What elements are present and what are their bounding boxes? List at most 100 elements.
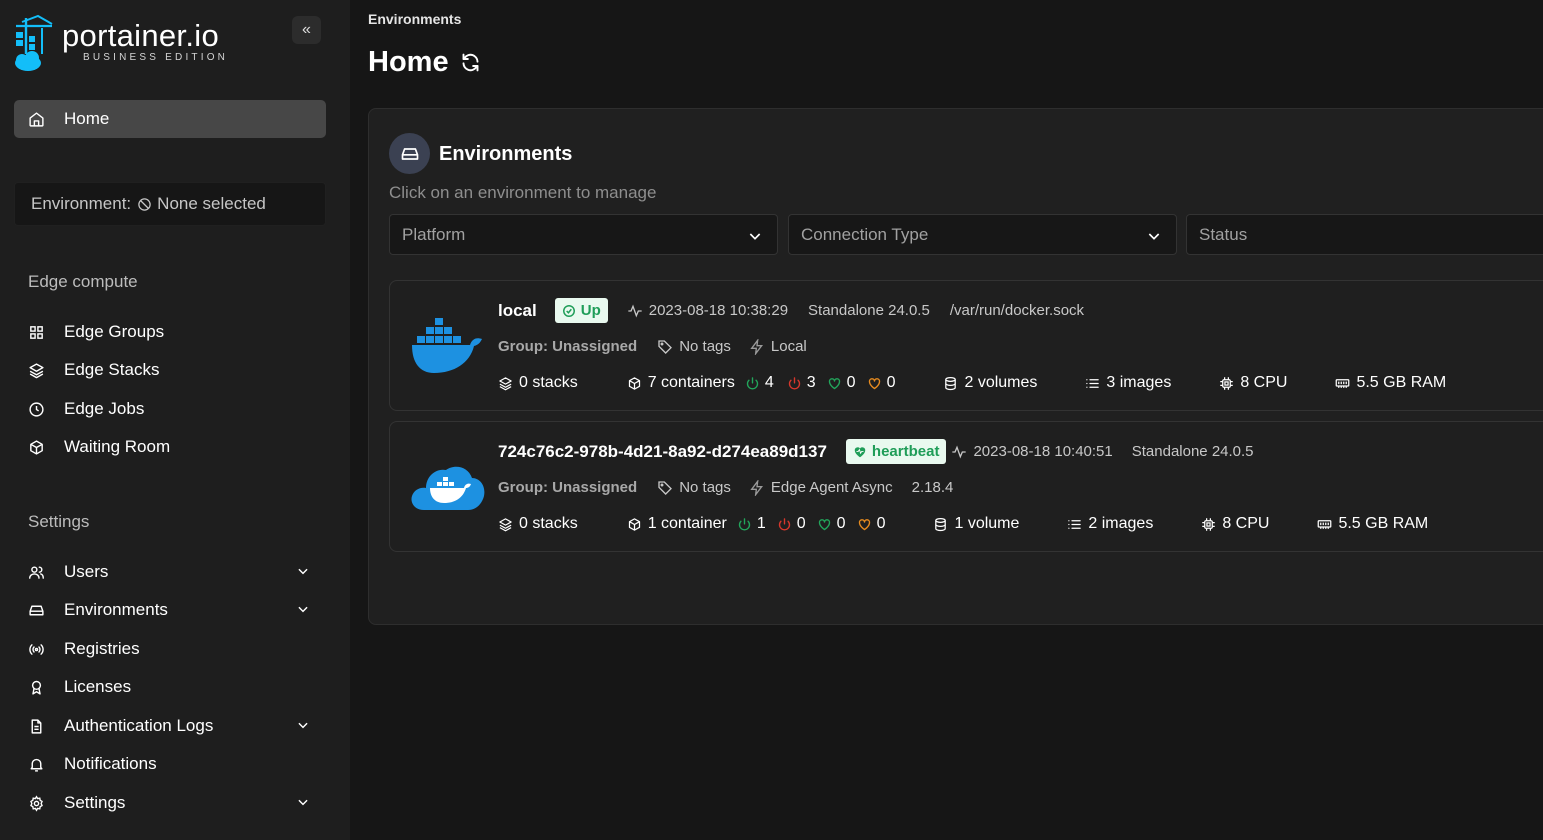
- containers-text: 7 containers: [647, 374, 735, 391]
- chevron-down-icon[interactable]: [296, 564, 310, 578]
- sidebar-item-notifications[interactable]: Notifications: [14, 746, 326, 782]
- tag-icon: [658, 339, 673, 354]
- database-icon: [935, 517, 947, 531]
- environment-label: Environment:: [31, 194, 132, 213]
- sidebar-item-label: Edge Groups: [64, 322, 165, 341]
- environment-card-edge[interactable]: 724c76c2-978b-4d21-8a92-d274ea89d137 hea…: [389, 421, 1543, 552]
- chevron-down-icon[interactable]: [296, 718, 310, 732]
- stopped-value: 3: [806, 374, 816, 391]
- panel-subtitle: Click on an environment to manage: [389, 183, 657, 202]
- clock-icon: [14, 401, 58, 418]
- breadcrumb[interactable]: Environments: [368, 11, 461, 27]
- zap-icon: [750, 338, 763, 355]
- last-check: 2023-08-18 10:38:29: [627, 302, 788, 319]
- activity-icon: [628, 304, 642, 317]
- stopped-count: 0: [777, 515, 806, 533]
- box-icon: [628, 517, 640, 531]
- sidebar-item-edge-stacks[interactable]: Edge Stacks: [14, 352, 326, 388]
- refresh-icon[interactable]: [460, 52, 481, 73]
- database-icon: [945, 376, 957, 390]
- brand-edition: BUSINESS EDITION: [83, 52, 229, 63]
- sidebar-item-settings[interactable]: Settings: [14, 785, 326, 821]
- running-count: 4: [745, 374, 774, 392]
- card-row-3: 0 stacks 1 container 1 0 0 0 1 volume 2 …: [498, 515, 1428, 533]
- sidebar-item-environments[interactable]: Environments: [14, 592, 326, 628]
- box-icon: [14, 439, 58, 456]
- power-icon-green: [738, 517, 751, 530]
- heart-icon-orange: [868, 377, 880, 389]
- group-label: Group: Unassigned: [498, 479, 638, 496]
- status-badge-text: Up: [580, 302, 601, 319]
- settings-heading: Settings: [28, 512, 90, 531]
- card-row-3: 0 stacks 7 containers 4 3 0 0 2 volumes …: [498, 374, 1446, 392]
- volumes-stat: 1 volume: [933, 515, 1019, 533]
- sidebar-item-label: Registries: [64, 639, 140, 658]
- containers-stat: 7 containers: [627, 374, 735, 392]
- unhealthy-value: 0: [886, 374, 896, 391]
- running-value: 1: [756, 515, 766, 532]
- chevron-down-icon[interactable]: [296, 602, 310, 616]
- images-text: 2 images: [1088, 515, 1154, 532]
- sidebar: portainer.io BUSINESS EDITION « Home Env…: [0, 0, 350, 840]
- power-icon-red: [778, 517, 790, 530]
- connection-type-filter-placeholder: Connection Type: [801, 224, 929, 244]
- sidebar-item-edge-groups[interactable]: Edge Groups: [14, 314, 326, 350]
- sidebar-item-registries[interactable]: Registries: [14, 631, 326, 667]
- containers-text: 1 container: [647, 515, 727, 532]
- portainer-logo[interactable]: portainer.io BUSINESS EDITION: [12, 14, 252, 74]
- chevron-down-icon: [749, 233, 761, 240]
- last-check-time: 2023-08-18 10:38:29: [648, 302, 789, 319]
- cpu-text: 8 CPU: [1240, 374, 1288, 391]
- sidebar-item-label: Users: [64, 562, 109, 581]
- heart-icon-green: [828, 377, 840, 389]
- healthy-count: 0: [817, 515, 846, 533]
- healthy-count: 0: [827, 374, 856, 392]
- status-filter[interactable]: Status: [1186, 214, 1543, 255]
- sidebar-item-waiting-room[interactable]: Waiting Room: [14, 429, 326, 465]
- memory-icon: [1318, 519, 1332, 529]
- stopped-count: 3: [787, 374, 816, 392]
- sidebar-item-label: Environments: [64, 600, 168, 619]
- sidebar-item-authentication-logs[interactable]: Authentication Logs: [14, 708, 326, 744]
- sidebar-item-home-row[interactable]: Home: [14, 101, 326, 137]
- environment-name[interactable]: 724c76c2-978b-4d21-8a92-d274ea89d137: [498, 442, 827, 462]
- page-title: Home: [368, 46, 481, 79]
- cpu-icon: [1220, 376, 1234, 390]
- tags: No tags: [657, 479, 731, 496]
- card-row-1: local Up 2023-08-18 10:38:29 Standalone …: [498, 298, 1084, 323]
- environment-card-local[interactable]: local Up 2023-08-18 10:38:29 Standalone …: [389, 280, 1543, 411]
- tag-icon: [658, 480, 673, 495]
- cpu-text: 8 CPU: [1222, 515, 1270, 532]
- box-icon: [628, 376, 640, 390]
- docker-cloud-icon: [411, 466, 485, 510]
- sidebar-item-users[interactable]: Users: [14, 554, 326, 590]
- images-stat: 3 images: [1085, 374, 1171, 392]
- platform-filter[interactable]: Platform: [389, 214, 778, 255]
- activity-icon: [952, 445, 967, 458]
- running-value: 4: [764, 374, 774, 391]
- tags-text: No tags: [679, 338, 731, 355]
- chevron-down-icon[interactable]: [296, 795, 310, 809]
- card-row-2: Group: Unassigned No tags Local: [498, 338, 807, 355]
- environment-selector[interactable]: Environment: None selected: [14, 182, 326, 226]
- sidebar-item-licenses[interactable]: Licenses: [14, 669, 326, 705]
- tags: No tags: [657, 338, 731, 355]
- list-icon: [1068, 519, 1082, 529]
- connection-type-filter[interactable]: Connection Type: [788, 214, 1177, 255]
- sidebar-item-edge-jobs[interactable]: Edge Jobs: [14, 391, 326, 427]
- unhealthy-count: 0: [857, 515, 885, 533]
- home-icon: [14, 111, 58, 128]
- status-filter-placeholder: Status: [1199, 224, 1248, 244]
- connection-text: Local: [770, 338, 807, 355]
- panel-server-icon: [389, 133, 430, 174]
- ram-stat: 5.5 GB RAM: [1335, 374, 1446, 392]
- platform-filter-placeholder: Platform: [402, 224, 466, 244]
- layers-icon: [499, 376, 512, 390]
- edge-compute-heading: Edge compute: [28, 272, 138, 291]
- sidebar-collapse-button[interactable]: «: [292, 16, 321, 44]
- sidebar-item-label: Waiting Room: [64, 437, 171, 456]
- page-title-text: Home: [368, 46, 449, 78]
- environment-name[interactable]: local: [498, 301, 537, 321]
- users-icon: [14, 564, 58, 581]
- radio-signal-icon: [14, 641, 58, 658]
